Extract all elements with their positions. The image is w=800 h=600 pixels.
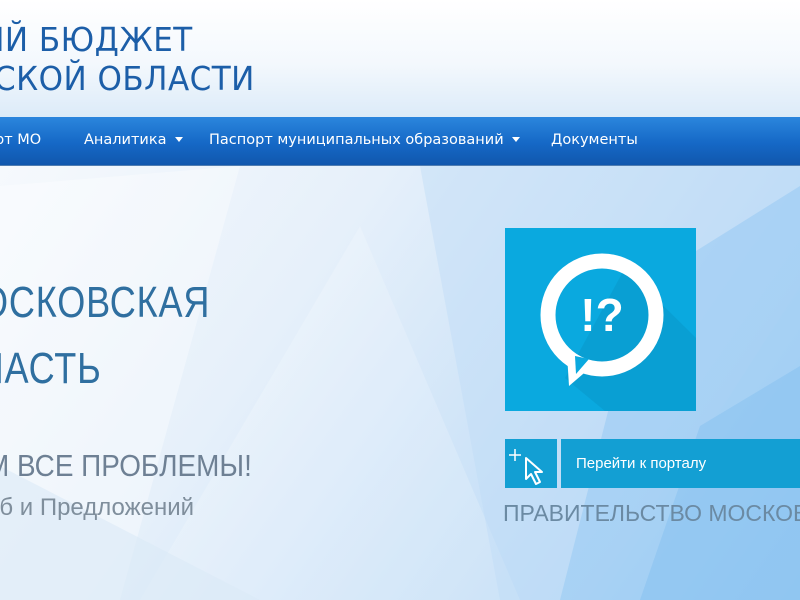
hero-slogan: М ВСЕ ПРОБЛЕМЫ! — [0, 448, 252, 483]
nav-item-analytics[interactable]: Аналитика — [84, 117, 183, 165]
site-title-line2: СКОЙ ОБЛАСТИ — [0, 59, 255, 98]
caret-down-icon — [174, 137, 183, 142]
nav-item-mo[interactable]: рт МО — [0, 117, 41, 165]
nav-item-documents[interactable]: Документы — [551, 117, 638, 165]
site-title-line1: ЫЙ БЮДЖЕТ — [0, 20, 193, 59]
portal-button-icon[interactable] — [505, 439, 557, 488]
nav-item-label: Аналитика — [84, 132, 167, 148]
cursor-click-icon — [509, 449, 543, 485]
hero-heading-line2: ЛАСТЬ — [0, 344, 102, 393]
nav-item-label: Документы — [551, 132, 638, 148]
nav-item-label: рт МО — [0, 132, 42, 148]
speech-bubble-question-icon: !? — [540, 253, 696, 411]
site-header: ЫЙ БЮДЖЕТ СКОЙ ОБЛАСТИ — [0, 0, 800, 117]
portal-tile[interactable]: !? — [505, 228, 696, 411]
tile-symbol: !? — [580, 289, 623, 341]
nav-item-municipal-passport[interactable]: Паспорт муниципальных образований — [209, 117, 520, 165]
caret-down-icon — [511, 137, 520, 142]
main-nav: рт МО Аналитика Паспорт муниципальных об… — [0, 117, 800, 166]
nav-item-label: Паспорт муниципальных образований — [209, 132, 504, 148]
hero-subtitle: об и Предложений — [0, 494, 195, 521]
hero-heading-line1: ОСКОВСКАЯ — [0, 278, 211, 327]
government-caption: ПРАВИТЕЛЬСТВО МОСКОВ — [503, 500, 800, 526]
go-to-portal-button[interactable]: Перейти к порталу — [561, 439, 800, 488]
